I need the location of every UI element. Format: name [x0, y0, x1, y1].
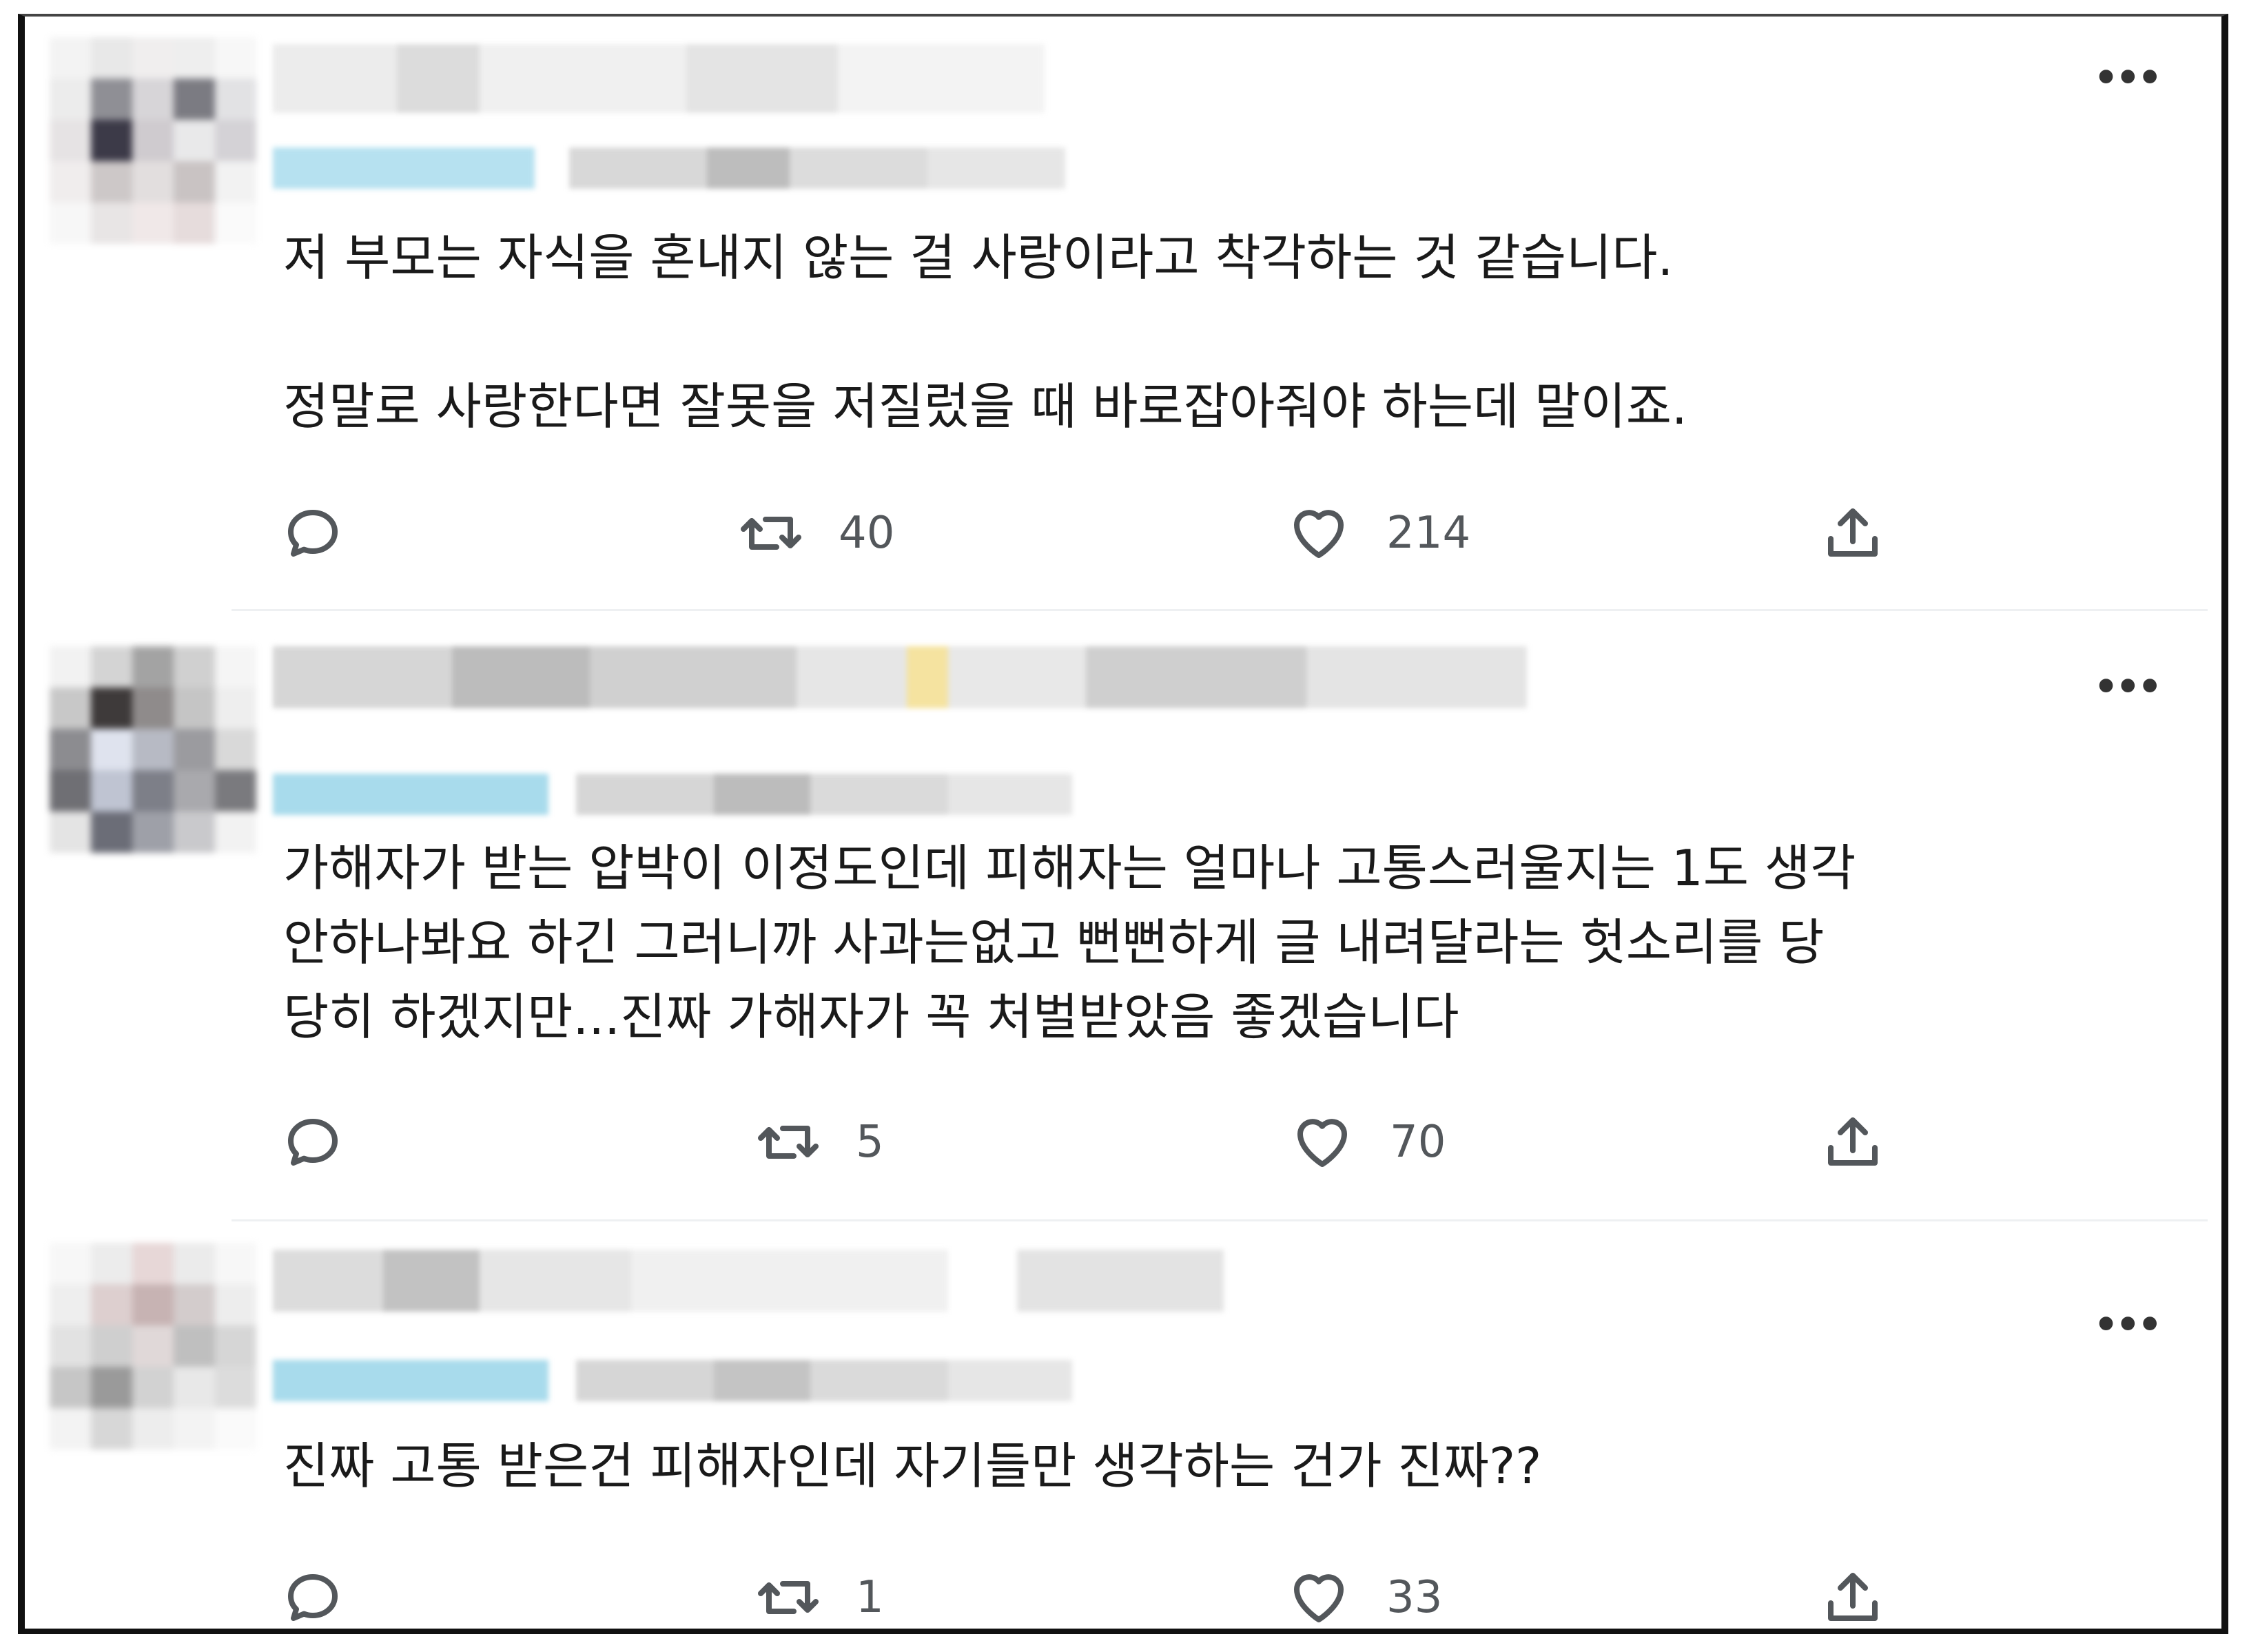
tweet-1: ••• 저 부모는 자식을 혼내지 않는 걸 사랑이라고 착각하는 것 같습니다…	[25, 17, 2221, 609]
divider	[232, 609, 2208, 611]
display-name-redacted[interactable]	[273, 1250, 1224, 1312]
more-options-button[interactable]: •••	[2094, 59, 2162, 98]
share-button[interactable]	[1820, 495, 1886, 571]
reply-bubble-icon	[288, 1119, 338, 1166]
more-options-button[interactable]: •••	[2094, 1306, 2162, 1345]
avatar[interactable]	[50, 646, 256, 853]
divider	[232, 1219, 2208, 1221]
heart-icon	[1297, 1119, 1347, 1167]
tweet-text: 가해자가 받는 압박이 이정도인데 피해자는 얼마나 고통스러울지는 1도 생각…	[283, 839, 1856, 1046]
handle-redacted[interactable]	[273, 774, 1072, 815]
share-upload-icon	[1828, 1573, 1878, 1621]
more-options-button[interactable]: •••	[2094, 668, 2162, 707]
tweet-3: ••• 진짜 고통 받은건 피해자인데 자기들만 생각하는 건가 진짜?? 1 …	[25, 1222, 2221, 1629]
reply-button[interactable]	[280, 1104, 380, 1180]
like-button[interactable]: 214	[1286, 495, 1470, 571]
heart-icon	[1294, 510, 1344, 558]
retweet-icon	[758, 1581, 819, 1614]
display-name-redacted[interactable]	[273, 44, 1045, 113]
retweet-count: 5	[856, 1117, 884, 1168]
avatar[interactable]	[50, 37, 256, 244]
share-upload-icon	[1828, 1117, 1878, 1166]
tweet-actions: 5 70	[25, 1104, 2221, 1180]
heart-icon	[1294, 1574, 1344, 1622]
reply-bubble-icon	[288, 1574, 338, 1621]
like-count: 33	[1386, 1572, 1443, 1623]
more-horizontal-icon: •••	[2093, 56, 2162, 101]
tweet-text: 저 부모는 자식을 혼내지 않는 걸 사랑이라고 착각하는 것 같습니다. 정말…	[283, 229, 1687, 435]
reply-button[interactable]	[280, 495, 380, 571]
handle-redacted[interactable]	[273, 147, 1065, 189]
retweet-button[interactable]: 40	[738, 495, 894, 571]
tweet-actions: 1 33	[25, 1560, 2221, 1629]
share-button[interactable]	[1820, 1560, 1886, 1629]
tweet-text: 진짜 고통 받은건 피해자인데 자기들만 생각하는 건가 진짜??	[283, 1437, 1542, 1495]
like-button[interactable]: 70	[1289, 1104, 1446, 1180]
like-button[interactable]: 33	[1286, 1560, 1443, 1629]
retweet-count: 1	[856, 1572, 884, 1623]
retweet-button[interactable]: 5	[755, 1104, 884, 1180]
avatar[interactable]	[50, 1243, 256, 1449]
retweet-button[interactable]: 1	[755, 1560, 884, 1629]
reply-bubble-icon	[288, 510, 338, 557]
tweet-replies-panel: ••• 저 부모는 자식을 혼내지 않는 걸 사랑이라고 착각하는 것 같습니다…	[18, 14, 2228, 1634]
tweet-2: ••• 가해자가 받는 압박이 이정도인데 피해자는 얼마나 고통스러울지는 1…	[25, 612, 2221, 1222]
share-upload-icon	[1828, 508, 1878, 557]
reply-button[interactable]	[280, 1560, 380, 1629]
more-horizontal-icon: •••	[2093, 665, 2162, 710]
more-horizontal-icon: •••	[2093, 1303, 2162, 1348]
retweet-count: 40	[839, 508, 895, 559]
like-count: 214	[1386, 508, 1471, 559]
display-name-redacted[interactable]	[273, 646, 1527, 708]
handle-redacted[interactable]	[273, 1360, 1072, 1401]
retweet-icon	[758, 1126, 819, 1159]
share-button[interactable]	[1820, 1104, 1886, 1180]
tweet-actions: 40 214	[25, 495, 2221, 571]
like-count: 70	[1390, 1117, 1446, 1168]
retweet-icon	[741, 517, 801, 550]
